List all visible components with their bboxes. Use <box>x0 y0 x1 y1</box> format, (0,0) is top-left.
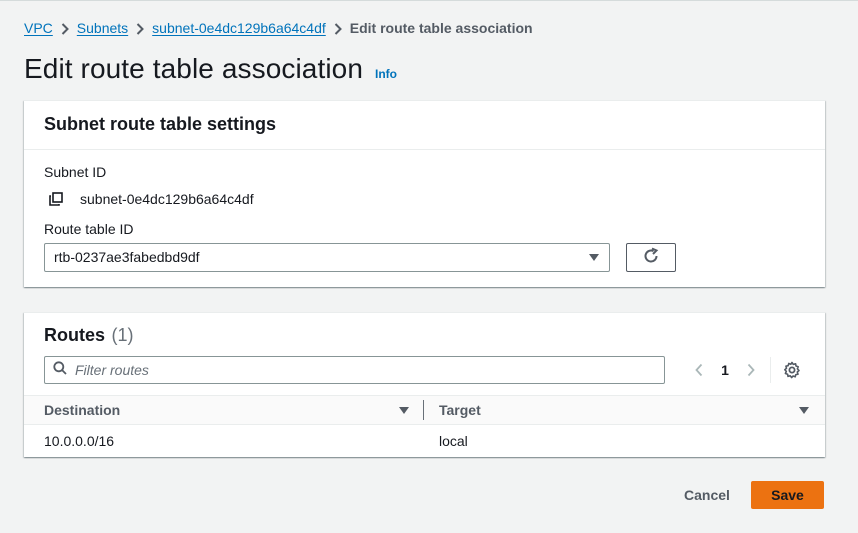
chevron-right-icon <box>128 21 152 36</box>
filter-routes-field <box>44 356 665 384</box>
page-number-button[interactable]: 1 <box>714 362 736 378</box>
refresh-icon <box>642 247 660 268</box>
settings-header: Subnet route table settings <box>24 101 825 150</box>
filter-routes-input[interactable] <box>75 362 635 378</box>
subnet-id-value-row: subnet-0e4dc129b6a64c4df <box>44 191 805 207</box>
settings-body: Subnet ID subnet-0e4dc129b6a64c4df Route… <box>24 150 825 272</box>
page-title: Edit route table association <box>24 53 364 84</box>
table-row: 10.0.0.0/16 local <box>24 425 825 457</box>
sort-icon[interactable] <box>799 407 809 414</box>
cell-target: local <box>439 433 468 449</box>
pagination-divider <box>770 357 771 383</box>
breadcrumb-vpc-link[interactable]: VPC <box>24 20 53 36</box>
preferences-button[interactable] <box>781 359 803 381</box>
route-table-label: Route table ID <box>44 221 134 237</box>
chevron-left-icon <box>695 363 703 377</box>
breadcrumb-subnets-link[interactable]: Subnets <box>77 20 128 36</box>
pagination: 1 <box>688 357 803 383</box>
page: VPC Subnets subnet-0e4dc129b6a64c4df Edi… <box>0 0 858 533</box>
breadcrumb: VPC Subnets subnet-0e4dc129b6a64c4df Edi… <box>24 20 533 36</box>
chevron-right-icon <box>326 21 350 36</box>
settings-title: Subnet route table settings <box>44 114 277 134</box>
column-divider[interactable] <box>423 400 424 420</box>
routes-count: (1) <box>111 325 134 345</box>
cell-destination: 10.0.0.0/16 <box>44 433 115 449</box>
search-icon <box>53 360 67 380</box>
column-header-target[interactable]: Target <box>439 402 481 418</box>
route-table-select[interactable]: rtb-0237ae3fabedbd9df <box>44 243 610 272</box>
info-link[interactable]: Info <box>375 67 397 81</box>
sort-icon[interactable] <box>399 407 409 414</box>
caret-down-icon <box>589 254 599 261</box>
breadcrumb-subnet-link[interactable]: subnet-0e4dc129b6a64c4df <box>152 20 326 36</box>
route-table-selected-value: rtb-0237ae3fabedbd9df <box>54 249 200 265</box>
subnet-id-value: subnet-0e4dc129b6a64c4df <box>80 191 254 207</box>
routes-title: Routes <box>44 325 106 345</box>
refresh-button[interactable] <box>626 243 676 272</box>
chevron-right-icon <box>747 363 755 377</box>
settings-panel: Subnet route table settings Subnet ID su… <box>24 100 825 287</box>
column-header-destination[interactable]: Destination <box>44 402 120 418</box>
subnet-id-label: Subnet ID <box>44 164 107 180</box>
table-header: Destination Target <box>24 395 825 425</box>
title-row: Edit route table association Info <box>24 53 397 85</box>
cancel-button[interactable]: Cancel <box>672 481 742 509</box>
save-button[interactable]: Save <box>751 481 824 509</box>
routes-header: Routes (1) <box>24 313 825 353</box>
copy-icon[interactable] <box>48 191 64 207</box>
breadcrumb-current: Edit route table association <box>349 20 533 36</box>
next-page-button[interactable] <box>740 359 762 381</box>
routes-panel: Routes (1) 1 <box>24 312 825 457</box>
gear-icon <box>784 361 800 379</box>
chevron-right-icon <box>53 21 77 36</box>
previous-page-button[interactable] <box>688 359 710 381</box>
